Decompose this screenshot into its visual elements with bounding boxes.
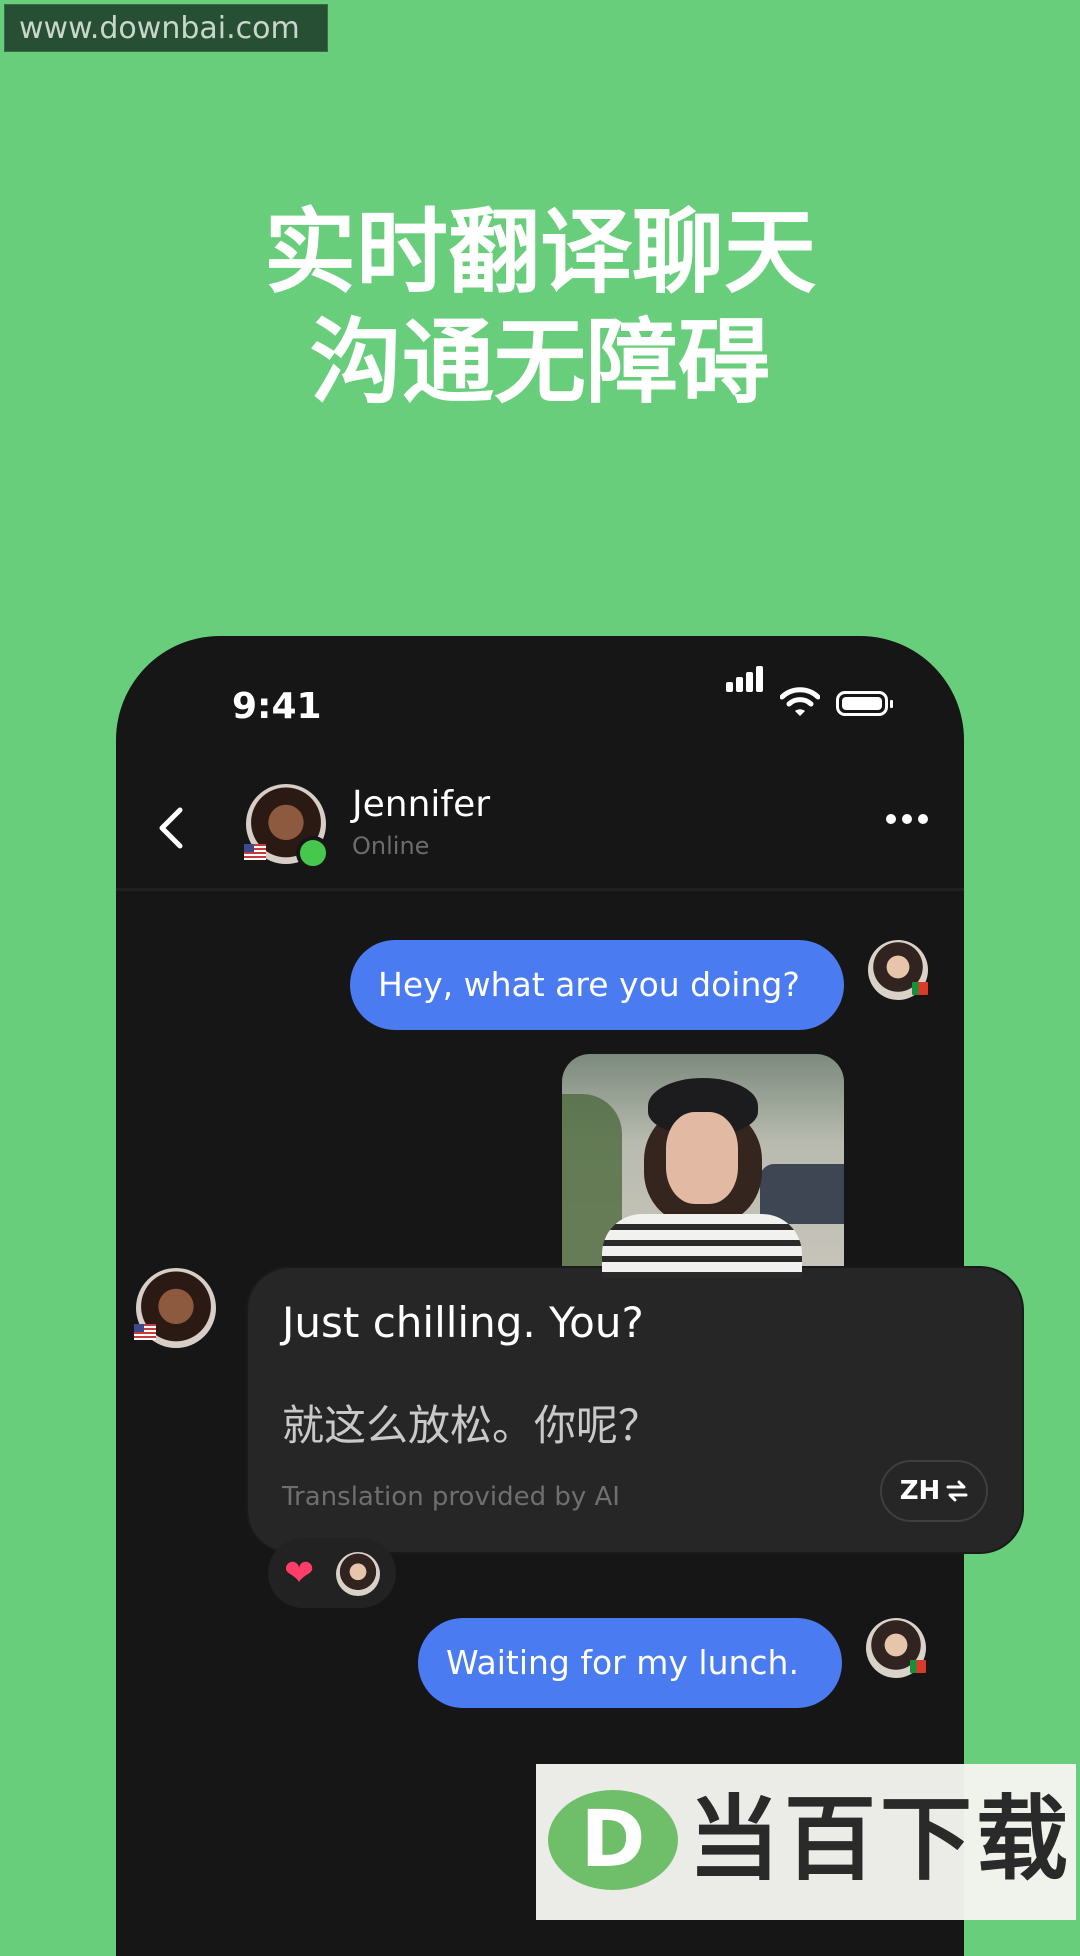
portugal-flag-icon [912,982,928,995]
incoming-original-text: Just chilling. You? [282,1298,644,1347]
online-indicator [296,836,330,870]
watermark-logo-mark: D [548,1790,678,1890]
back-chevron-icon[interactable] [156,806,186,850]
message-reactions[interactable]: ❤ [268,1538,396,1608]
headline-line-2: 沟通无障碍 [309,309,770,416]
portugal-flag-icon [910,1660,926,1673]
wifi-icon [780,687,820,716]
us-flag-icon [244,844,266,860]
headline-line-1: 实时翻译聊天 [263,199,816,306]
battery-icon [836,691,893,716]
watermark-logo-text: 当百下载 [688,1786,1073,1893]
photo-face [666,1112,738,1204]
status-time: 9:41 [232,686,322,727]
us-flag-icon [134,1324,156,1340]
language-code: ZH [899,1476,941,1506]
watermark-logo: D 当百下载 [536,1764,1076,1920]
contact-status: Online [352,832,430,860]
outgoing-message[interactable]: Hey, what are you doing? [350,940,844,1030]
more-icon[interactable] [886,814,928,826]
headline: 实时翻译聊天 沟通无障碍 [0,198,1080,418]
photo-shirt [602,1214,802,1278]
header-divider [116,888,964,891]
heart-icon: ❤ [284,1553,315,1594]
phone-mockup: 9:41 Jennifer Online Hey, what are you d… [116,636,1022,1956]
contact-name: Jennifer [352,784,491,825]
image-message[interactable] [562,1054,844,1278]
watermark-url: www.downbai.com [4,4,328,52]
incoming-message-card[interactable]: Just chilling. You? 就这么放松。你呢？ Translatio… [248,1268,1022,1552]
outgoing-message[interactable]: Waiting for my lunch. [418,1618,842,1708]
translation-note: Translation provided by AI [282,1482,620,1512]
translate-language-button[interactable]: ZH [880,1460,988,1522]
reaction-avatar [336,1552,380,1596]
incoming-translated-text: 就这么放松。你呢？ [282,1401,661,1450]
swap-icon [946,1480,968,1502]
